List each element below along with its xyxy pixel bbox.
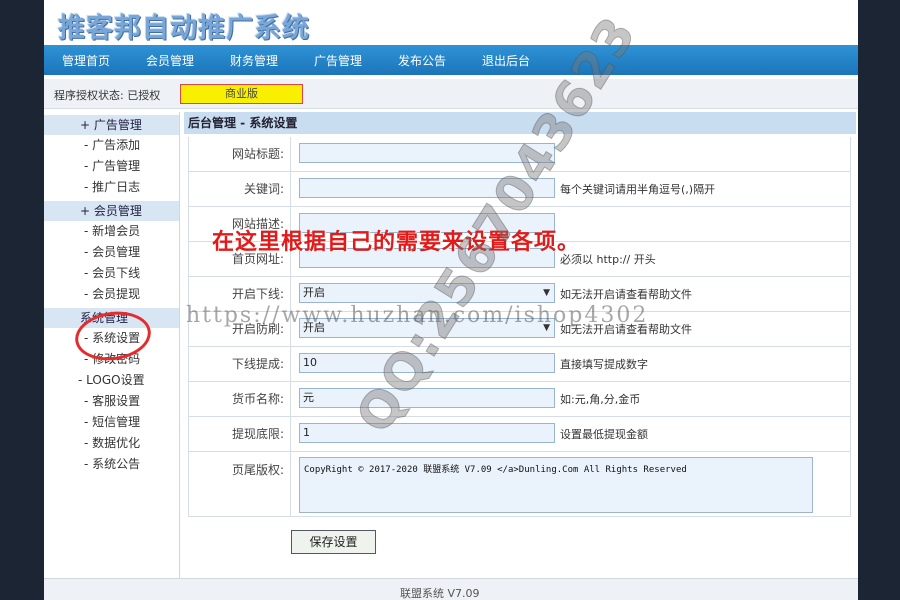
- field-label: 下线提成:: [189, 347, 291, 381]
- field-label: 货币名称:: [189, 382, 291, 416]
- chevron-down-icon: ▼: [543, 288, 550, 298]
- field-label: 网站标题:: [189, 137, 291, 171]
- nav-item-logout[interactable]: 退出后台: [464, 52, 548, 69]
- sidebar-item-member-downline[interactable]: - 会员下线: [44, 263, 179, 284]
- copyright-textarea[interactable]: CopyRight © 2017-2020 联盟系统 V7.09 </a>Dun…: [299, 457, 813, 513]
- license-badge: 商业版: [180, 84, 303, 104]
- field-hint: 每个关键词请用半角逗号(,)隔开: [560, 183, 716, 196]
- main-nav: 管理首页 会员管理 财务管理 广告管理 发布公告 退出后台: [44, 45, 858, 75]
- nav-item-home[interactable]: 管理首页: [44, 52, 128, 69]
- form-row-currency: 货币名称: 元 如:元,角,分,金币: [189, 382, 850, 417]
- downline-select-value: 开启: [303, 286, 325, 299]
- auth-status-label: 程序授权状态: 已授权: [54, 89, 161, 102]
- sidebar-group-members[interactable]: + 会员管理: [44, 201, 179, 221]
- sidebar-item-notice[interactable]: - 系统公告: [44, 454, 179, 475]
- field-hint: 设置最低提现金额: [560, 428, 648, 441]
- sidebar: + 广告管理 - 广告添加 - 广告管理 - 推广日志 + 会员管理 - 新增会…: [44, 112, 180, 582]
- sidebar-item-member-manage[interactable]: - 会员管理: [44, 242, 179, 263]
- sidebar-item-sms[interactable]: - 短信管理: [44, 412, 179, 433]
- field-label: 关键词:: [189, 172, 291, 206]
- form-row-copyright: 页尾版权: CopyRight © 2017-2020 联盟系统 V7.09 <…: [189, 452, 850, 517]
- currency-input[interactable]: 元: [299, 388, 555, 408]
- nav-item-ads[interactable]: 广告管理: [296, 52, 380, 69]
- top-header: 推客邦自动推广系统: [44, 0, 858, 45]
- save-button[interactable]: 保存设置: [291, 530, 376, 554]
- footer-text: 联盟系统 V7.09: [400, 587, 480, 600]
- app-title: 推客邦自动推广系统: [58, 13, 310, 44]
- auth-status-bar: 程序授权状态: 已授权 商业版: [44, 79, 858, 109]
- sidebar-item-data-optimize[interactable]: - 数据优化: [44, 433, 179, 454]
- sidebar-item-ad-manage[interactable]: - 广告管理: [44, 156, 179, 177]
- field-label: 提现底限:: [189, 417, 291, 451]
- footer-bar: 联盟系统 V7.09: [44, 578, 858, 600]
- field-label: 页尾版权:: [189, 452, 291, 516]
- nav-item-members[interactable]: 会员管理: [128, 52, 212, 69]
- sidebar-item-promo-log[interactable]: - 推广日志: [44, 177, 179, 198]
- sidebar-item-member-add[interactable]: - 新增会员: [44, 221, 179, 242]
- sidebar-item-ad-add[interactable]: - 广告添加: [44, 135, 179, 156]
- sidebar-item-logo[interactable]: - LOGO设置: [44, 370, 179, 391]
- field-hint: 如:元,角,分,金币: [560, 393, 641, 406]
- form-row-min-withdraw: 提现底限: 1 设置最低提现金额: [189, 417, 850, 452]
- field-hint: 直接填写提成数字: [560, 358, 648, 371]
- sidebar-item-service[interactable]: - 客服设置: [44, 391, 179, 412]
- sidebar-item-member-withdraw[interactable]: - 会员提现: [44, 284, 179, 305]
- nav-item-finance[interactable]: 财务管理: [212, 52, 296, 69]
- form-row-commission: 下线提成: 10 直接填写提成数字: [189, 347, 850, 382]
- min-withdraw-input[interactable]: 1: [299, 423, 555, 443]
- nav-item-announce[interactable]: 发布公告: [380, 52, 464, 69]
- sidebar-group-ads[interactable]: + 广告管理: [44, 115, 179, 135]
